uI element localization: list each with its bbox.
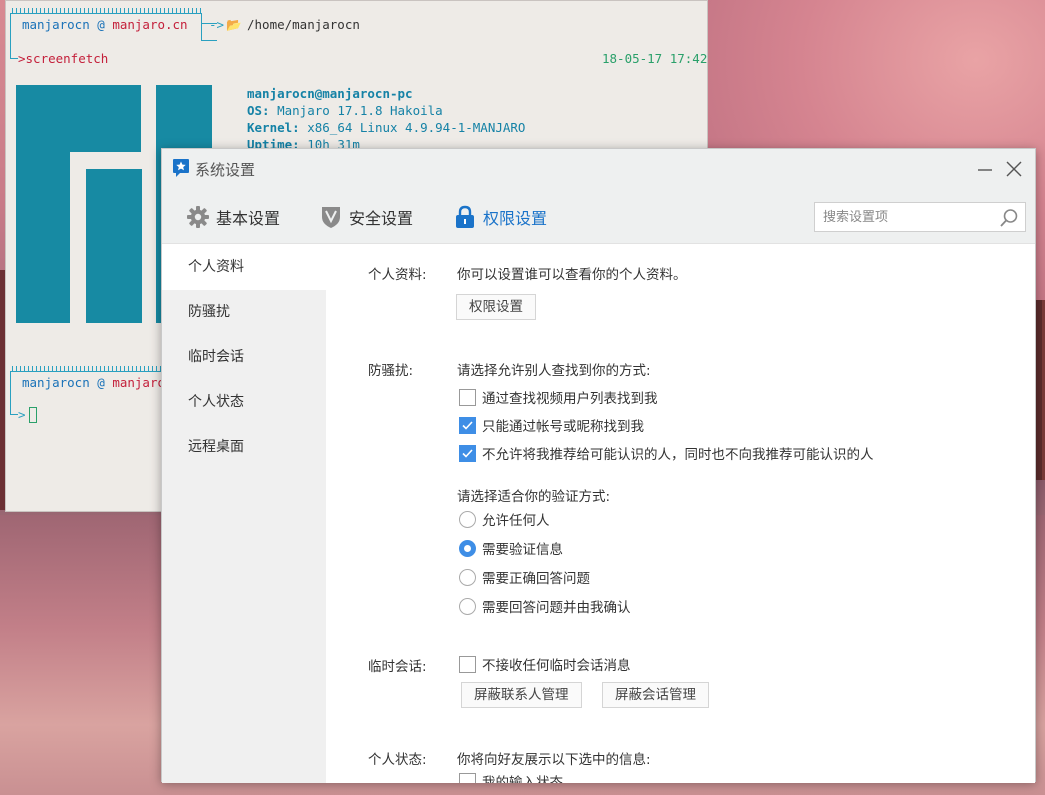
sidebar-item-profile[interactable]: 个人资料 — [162, 245, 326, 290]
checkbox-unchecked[interactable] — [459, 772, 476, 783]
radio-unchecked[interactable] — [459, 597, 476, 615]
screenfetch-userhost: manjarocn@manjarocn-pc — [247, 86, 413, 101]
option-label: 只能通过帐号或昵称找到我 — [482, 419, 644, 435]
check-icon — [462, 420, 473, 430]
minimize-button[interactable] — [971, 155, 999, 183]
checkbox-checked[interactable] — [459, 416, 476, 434]
radio-require-answer[interactable]: 需要正确回答问题 — [459, 567, 590, 587]
prompt-tail — [10, 41, 18, 59]
radio-require-answer-confirm[interactable]: 需要回答问题并由我确认 — [459, 596, 631, 616]
permission-settings-button[interactable]: 权限设置 — [456, 294, 536, 320]
gear-icon — [186, 205, 210, 229]
tab-permission-settings[interactable]: 权限设置 — [453, 203, 547, 231]
settings-content: 个人资料: 你可以设置谁可以查看你的个人资料。 权限设置 防骚扰: 请选择允许别… — [326, 245, 1035, 783]
arrow-icon: -> — [209, 17, 225, 32]
close-icon — [1006, 161, 1022, 177]
prompt2-arrow: > — [18, 407, 26, 422]
option-typing-status[interactable]: 我的输入状态 — [459, 771, 563, 783]
tab-security-settings[interactable]: 安全设置 — [319, 203, 413, 231]
prompt-1: manjarocn @ manjaro.cn — [22, 17, 188, 32]
profile-description: 你可以设置谁可以查看你的个人资料。 — [457, 267, 687, 283]
option-label: 不接收任何临时会话消息 — [482, 658, 631, 674]
option-no-recommend[interactable]: 不允许将我推荐给可能认识的人，同时也不向我推荐可能认识的人 — [459, 443, 874, 463]
tab-label: 基本设置 — [216, 209, 281, 228]
terminal-cursor — [29, 407, 37, 423]
radio-allow-anyone[interactable]: 允许任何人 — [459, 509, 550, 529]
option-reject-temp-session[interactable]: 不接收任何临时会话消息 — [459, 654, 631, 674]
checkbox-unchecked[interactable] — [459, 655, 476, 673]
radio-require-verify[interactable]: 需要验证信息 — [459, 538, 563, 558]
csdn-watermark: https://blog.csdn.net/weixin_36349646 — [765, 767, 1019, 782]
section-label-profile: 个人资料: — [368, 267, 427, 283]
current-path: /home/manjarocn — [247, 17, 360, 32]
option-label: 我的输入状态 — [482, 775, 563, 783]
sidebar-item-remote-desktop[interactable]: 远程桌面 — [162, 425, 326, 470]
option-label: 需要回答问题并由我确认 — [482, 600, 631, 616]
option-find-by-account[interactable]: 只能通过帐号或昵称找到我 — [459, 415, 644, 435]
sidebar-item-temp-session[interactable]: 临时会话 — [162, 335, 326, 380]
shield-icon — [319, 205, 343, 229]
checkbox-unchecked[interactable] — [459, 388, 476, 406]
settings-sidebar: 个人资料 防骚扰 临时会话 个人状态 远程桌面 — [162, 245, 326, 783]
sidebar-item-status[interactable]: 个人状态 — [162, 380, 326, 425]
search-input[interactable] — [823, 207, 993, 227]
section-label-status: 个人状态: — [368, 752, 427, 768]
option-label: 通过查找视频用户列表找到我 — [482, 391, 658, 407]
close-button[interactable] — [1000, 155, 1028, 183]
tab-label: 安全设置 — [349, 209, 414, 228]
option-label: 不允许将我推荐给可能认识的人，同时也不向我推荐可能认识的人 — [482, 447, 874, 463]
prompt2-tail — [10, 399, 18, 415]
radio-unchecked[interactable] — [459, 568, 476, 586]
radio-checked[interactable] — [459, 539, 476, 557]
lock-icon — [453, 205, 477, 229]
title-bar[interactable]: 系统设置 — [162, 149, 1035, 189]
minimize-icon — [978, 169, 992, 171]
option-label: 允许任何人 — [482, 513, 550, 529]
prompt-2: manjarocn @ manjaro. — [22, 375, 173, 390]
settings-window[interactable]: 系统设置 基本设置 安全设置 权限设置 搜索设置项 个人资料 防骚扰 临时会话 … — [161, 148, 1036, 783]
search-icon[interactable] — [999, 208, 1019, 228]
screenfetch-os: OS: Manjaro 17.1.8 Hakoila — [247, 103, 443, 118]
check-icon — [462, 448, 473, 458]
find-method-heading: 请选择允许别人查找到你的方式: — [457, 363, 651, 379]
prompt-timestamp: 18-05-17 17:42 — [602, 51, 708, 66]
tab-basic-settings[interactable]: 基本设置 — [186, 203, 280, 231]
verify-method-heading: 请选择适合你的验证方式: — [457, 489, 611, 505]
section-label-anti-harass: 防骚扰: — [368, 363, 414, 379]
block-contacts-button[interactable]: 屏蔽联系人管理 — [461, 682, 582, 708]
settings-tabs: 基本设置 安全设置 权限设置 — [162, 189, 1035, 244]
window-title: 系统设置 — [195, 161, 256, 179]
manjaro-logo-bottom — [86, 169, 142, 323]
app-star-icon — [173, 159, 189, 177]
screenfetch-kernel: Kernel: x86_64 Linux 4.9.94-1-MANJARO — [247, 120, 526, 135]
tab-label: 权限设置 — [483, 209, 548, 228]
command-text: >screenfetch — [18, 51, 109, 66]
option-label: 需要验证信息 — [482, 542, 563, 558]
search-box[interactable] — [814, 202, 1026, 232]
checkbox-checked[interactable] — [459, 444, 476, 462]
sidebar-item-anti-harass[interactable]: 防骚扰 — [162, 290, 326, 335]
status-description: 你将向好友展示以下选中的信息: — [457, 752, 651, 768]
section-label-temp-session: 临时会话: — [368, 659, 427, 675]
radio-unchecked[interactable] — [459, 510, 476, 528]
option-find-by-video-list[interactable]: 通过查找视频用户列表找到我 — [459, 387, 658, 407]
block-sessions-button[interactable]: 屏蔽会话管理 — [602, 682, 709, 708]
folder-icon: 📂 — [226, 17, 242, 32]
option-label: 需要正确回答问题 — [482, 571, 590, 587]
